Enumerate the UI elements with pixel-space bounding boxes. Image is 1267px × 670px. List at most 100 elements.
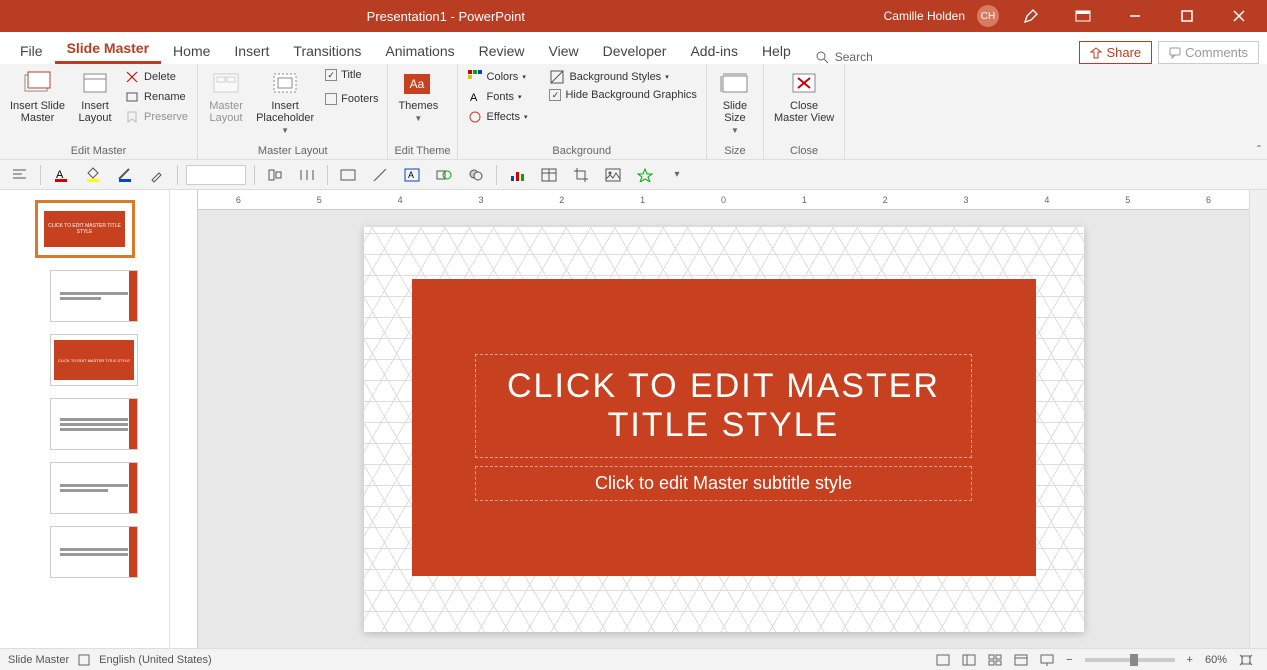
subtitle-placeholder[interactable]: Click to edit Master subtitle style [475,466,971,501]
main-area: CLICK TO EDIT MASTER TITLE STYLE CLICK T… [0,190,1267,648]
align-left-icon[interactable] [8,164,32,186]
accessibility-icon[interactable] [77,653,91,667]
comments-button[interactable]: Comments [1158,41,1259,64]
chevron-down-icon: ▾ [518,93,522,101]
status-language[interactable]: English (United States) [99,654,212,666]
normal-view-icon[interactable] [956,654,982,666]
tab-insert[interactable]: Insert [222,37,281,64]
tab-view[interactable]: View [537,37,591,64]
tab-help[interactable]: Help [750,37,803,64]
background-styles-button[interactable]: Background Styles ▾ [546,68,699,86]
fit-to-window-button[interactable] [1233,654,1259,666]
tab-file[interactable]: File [8,37,55,64]
layout-thumbnail-2[interactable]: CLICK TO EDIT MASTER TITLE STYLE [50,334,138,386]
collapse-ribbon-button[interactable]: ˆ [1257,143,1261,157]
shape-style-dropdown[interactable] [186,165,246,185]
group-label: Background [464,143,700,157]
close-icon [788,70,820,98]
tab-animations[interactable]: Animations [373,37,466,64]
insert-slide-master-button[interactable]: Insert Slide Master [6,68,69,126]
zoom-slider[interactable] [1085,658,1175,662]
title-placeholder[interactable]: Click to edit Master title style [475,354,971,458]
outline-color-icon[interactable] [113,164,137,186]
textbox-icon[interactable]: A [400,164,424,186]
zoom-in-button[interactable]: + [1181,654,1199,666]
rename-icon [124,89,140,105]
font-color-icon[interactable]: A [49,164,73,186]
shapes-icon[interactable] [432,164,456,186]
master-layout-icon [210,70,242,98]
close-master-view-button[interactable]: Close Master View [770,68,838,126]
crop-icon[interactable] [569,164,593,186]
rectangle-shape-icon[interactable] [336,164,360,186]
footers-checkbox[interactable]: Footers [322,92,381,106]
zoom-level[interactable]: 60% [1205,654,1227,666]
picture-icon[interactable] [601,164,625,186]
hide-bg-checkbox[interactable]: ✓Hide Background Graphics [546,88,699,102]
tab-transitions[interactable]: Transitions [281,37,373,64]
group-label: Edit Theme [394,143,450,157]
slideshow-view-icon[interactable] [1034,654,1060,666]
chart-icon[interactable] [505,164,529,186]
fill-color-icon[interactable] [81,164,105,186]
eyedropper-icon[interactable] [145,164,169,186]
animation-icon[interactable] [633,164,657,186]
themes-button[interactable]: Aa Themes ▼ [394,68,442,125]
bg-styles-icon [549,69,565,85]
group-background: Colors ▾ AFonts ▾ Effects ▾ Background S… [458,64,707,159]
group-label: Edit Master [6,143,191,157]
vertical-ruler[interactable] [170,190,198,648]
notes-button[interactable] [930,654,956,666]
table-icon[interactable] [537,164,561,186]
tab-review[interactable]: Review [467,37,537,64]
insert-layout-button[interactable]: Insert Layout [73,68,117,126]
fonts-button[interactable]: AFonts ▾ [464,88,531,106]
slide-canvas[interactable]: Click to edit Master title style Click t… [198,210,1249,648]
delete-button[interactable]: Delete [121,68,191,86]
master-slide-thumbnail[interactable]: CLICK TO EDIT MASTER TITLE STYLE [35,200,135,258]
placeholder-icon [269,70,301,98]
layout-thumbnail-5[interactable] [50,526,138,578]
line-shape-icon[interactable] [368,164,392,186]
master-slide[interactable]: Click to edit Master title style Click t… [364,227,1084,632]
vertical-scrollbar[interactable] [1249,190,1267,648]
colors-button[interactable]: Colors ▾ [464,68,531,86]
zoom-out-button[interactable]: − [1060,654,1078,666]
preserve-button[interactable]: Preserve [121,108,191,126]
tab-home[interactable]: Home [161,37,222,64]
slide-size-button[interactable]: Slide Size ▼ [713,68,757,137]
arrange-icon[interactable] [464,164,488,186]
layout-thumbnail-4[interactable] [50,462,138,514]
tab-developer[interactable]: Developer [591,37,679,64]
svg-text:A: A [408,170,414,180]
user-avatar[interactable]: CH [977,5,999,27]
share-button[interactable]: Share [1079,41,1152,64]
rename-button[interactable]: Rename [121,88,191,106]
pen-icon[interactable] [1011,0,1051,32]
tab-slide-master[interactable]: Slide Master [55,34,161,64]
user-name[interactable]: Camille Holden [884,9,965,23]
maximize-button[interactable] [1167,0,1207,32]
search-label: Search [835,50,873,64]
layout-thumbnail-3[interactable] [50,398,138,450]
thumbnail-panel[interactable]: CLICK TO EDIT MASTER TITLE STYLE CLICK T… [0,190,170,648]
close-button[interactable] [1219,0,1259,32]
group-size: Slide Size ▼ Size [707,64,764,159]
sorter-view-icon[interactable] [982,654,1008,666]
colors-icon [467,69,483,85]
distribute-icon[interactable] [295,164,319,186]
horizontal-ruler[interactable]: 6543210123456 [198,190,1249,210]
effects-button[interactable]: Effects ▾ [464,108,531,126]
search-box[interactable]: Search [815,50,873,64]
minimize-button[interactable] [1115,0,1155,32]
align-icon[interactable] [263,164,287,186]
more-icon[interactable]: ▾ [665,164,689,186]
checkbox-icon: ✓ [325,69,337,81]
layout-thumbnail-1[interactable] [50,270,138,322]
reading-view-icon[interactable] [1008,654,1034,666]
tab-addins[interactable]: Add-ins [678,37,749,64]
title-checkbox[interactable]: ✓Title [322,68,381,82]
insert-placeholder-button[interactable]: Insert Placeholder ▼ [252,68,318,137]
ribbon-display-icon[interactable] [1063,0,1103,32]
editor-area: 6543210123456 Click to edit Master title… [170,190,1267,648]
